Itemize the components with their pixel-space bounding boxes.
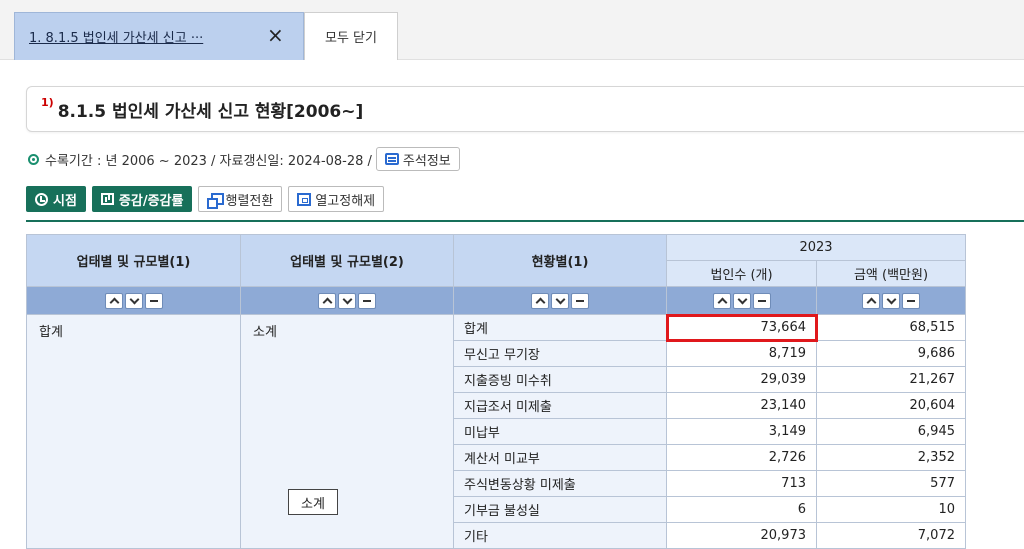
- col-header-year[interactable]: 2023: [666, 234, 966, 261]
- sort-down-icon[interactable]: [124, 292, 143, 309]
- tab-active-table[interactable]: 1. 8.1.5 법인세 가산세 신고 ··· ×: [14, 12, 304, 60]
- sort-controls: [816, 286, 966, 315]
- change-rate-button[interactable]: 증감/증감률: [91, 186, 193, 212]
- page-title: 8.1.5 법인세 가산세 신고 현황[2006~]: [57, 101, 364, 122]
- close-all-button[interactable]: 모두 닫기: [304, 12, 398, 60]
- sort-up-icon[interactable]: [862, 292, 880, 309]
- collapse-icon[interactable]: [144, 292, 163, 309]
- value-cell[interactable]: 3,149: [666, 418, 817, 445]
- value-cell[interactable]: 577: [816, 470, 966, 497]
- tab-bar: 1. 8.1.5 법인세 가산세 신고 ··· × 모두 닫기: [0, 0, 1024, 60]
- row-label[interactable]: 무신고 무기장: [453, 340, 667, 367]
- comment-icon: [384, 153, 399, 165]
- row-label[interactable]: 합계: [453, 314, 667, 341]
- time-point-button[interactable]: 시점: [26, 186, 86, 212]
- change-rate-label: 증감/증감률: [118, 193, 184, 209]
- value-cell[interactable]: 29,039: [666, 366, 817, 393]
- sort-up-icon[interactable]: [531, 292, 549, 309]
- divider: [26, 220, 1024, 222]
- row-label[interactable]: 미납부: [453, 418, 667, 445]
- row-label[interactable]: 계산서 미교부: [453, 444, 667, 471]
- value-cell[interactable]: 8,719: [666, 340, 817, 367]
- value-cell[interactable]: 20,973: [666, 522, 817, 549]
- value-cell[interactable]: 23,140: [666, 392, 817, 419]
- collapse-icon[interactable]: [571, 292, 589, 309]
- row-label[interactable]: 지급조서 미제출: [453, 392, 667, 419]
- row-label[interactable]: 지출증빙 미수취: [453, 366, 667, 393]
- dim2-cell[interactable]: 소계: [240, 314, 454, 549]
- value-cell-highlighted[interactable]: 73,664: [665, 313, 818, 342]
- sort-down-icon[interactable]: [882, 292, 900, 309]
- unfreeze-label: 열고정해제: [315, 193, 376, 209]
- period-text: 수록기간 : 년 2006 ~ 2023 / 자료갱신일: 2024-08-28…: [45, 153, 372, 169]
- note-info-button[interactable]: 주석정보: [375, 147, 460, 171]
- value-cell[interactable]: 2,352: [816, 444, 966, 471]
- title-footnote-mark[interactable]: 1): [41, 96, 54, 109]
- col-header-status[interactable]: 현황별(1): [453, 234, 667, 287]
- value-cell[interactable]: 2,726: [666, 444, 817, 471]
- pivot-label: 행렬전환: [225, 193, 274, 209]
- value-cell[interactable]: 6: [666, 496, 817, 523]
- sort-down-icon[interactable]: [732, 292, 751, 309]
- sort-controls: [666, 286, 817, 315]
- sort-up-icon[interactable]: [712, 292, 731, 309]
- value-cell[interactable]: 10: [816, 496, 966, 523]
- tooltip: 소계: [288, 489, 338, 515]
- value-cell[interactable]: 6,945: [816, 418, 966, 445]
- table-title-box: 1) 8.1.5 법인세 가산세 신고 현황[2006~]: [26, 86, 1024, 132]
- time-point-label: 시점: [53, 193, 77, 209]
- table-row: 합계 소계 합계 73,664 68,515: [26, 313, 966, 549]
- sort-controls: [240, 286, 454, 315]
- unfreeze-columns-button[interactable]: 열고정해제: [288, 186, 385, 212]
- swap-icon: [207, 192, 225, 209]
- collapse-icon[interactable]: [752, 292, 771, 309]
- col-header-count[interactable]: 법인수 (개): [666, 260, 817, 287]
- close-icon[interactable]: ×: [267, 25, 284, 45]
- sort-down-icon[interactable]: [551, 292, 569, 309]
- value-cell[interactable]: 7,072: [816, 522, 966, 549]
- row-label[interactable]: 기부금 불성실: [453, 496, 667, 523]
- row-label[interactable]: 기타: [453, 522, 667, 549]
- value-cell[interactable]: 20,604: [816, 392, 966, 419]
- toolbar: 시점 증감/증감률 행렬전환 열고정해제: [26, 186, 385, 212]
- value-cell[interactable]: 9,686: [816, 340, 966, 367]
- freeze-icon: [297, 192, 312, 206]
- note-info-label: 주석정보: [402, 153, 451, 169]
- clock-icon: [35, 192, 48, 206]
- bullet-icon: [28, 153, 39, 165]
- col-header-dim2[interactable]: 업태별 및 규모별(2): [240, 234, 454, 287]
- chart-icon: [100, 193, 114, 205]
- sort-controls: [26, 286, 241, 315]
- value-cell[interactable]: 68,515: [816, 314, 966, 341]
- dim1-cell[interactable]: 합계: [26, 314, 241, 549]
- sort-down-icon[interactable]: [338, 292, 356, 309]
- row-label[interactable]: 주식변동상황 미제출: [453, 470, 667, 497]
- sort-controls: [453, 286, 667, 315]
- period-info: 수록기간 : 년 2006 ~ 2023 / 자료갱신일: 2024-08-28…: [28, 146, 460, 172]
- col-header-dim1[interactable]: 업태별 및 규모별(1): [26, 234, 241, 287]
- tab-title[interactable]: 1. 8.1.5 법인세 가산세 신고 ···: [29, 27, 203, 46]
- col-header-amount[interactable]: 금액 (백만원): [816, 260, 966, 287]
- value-cell[interactable]: 713: [666, 470, 817, 497]
- collapse-icon[interactable]: [902, 292, 920, 309]
- value-cell[interactable]: 21,267: [816, 366, 966, 393]
- sort-up-icon[interactable]: [104, 292, 123, 309]
- data-table: 업태별 및 규모별(1) 업태별 및 규모별(2) 현황별(1) 2023 법인…: [26, 234, 966, 549]
- sort-up-icon[interactable]: [318, 292, 336, 309]
- collapse-icon[interactable]: [358, 292, 376, 309]
- pivot-button[interactable]: 행렬전환: [198, 186, 283, 212]
